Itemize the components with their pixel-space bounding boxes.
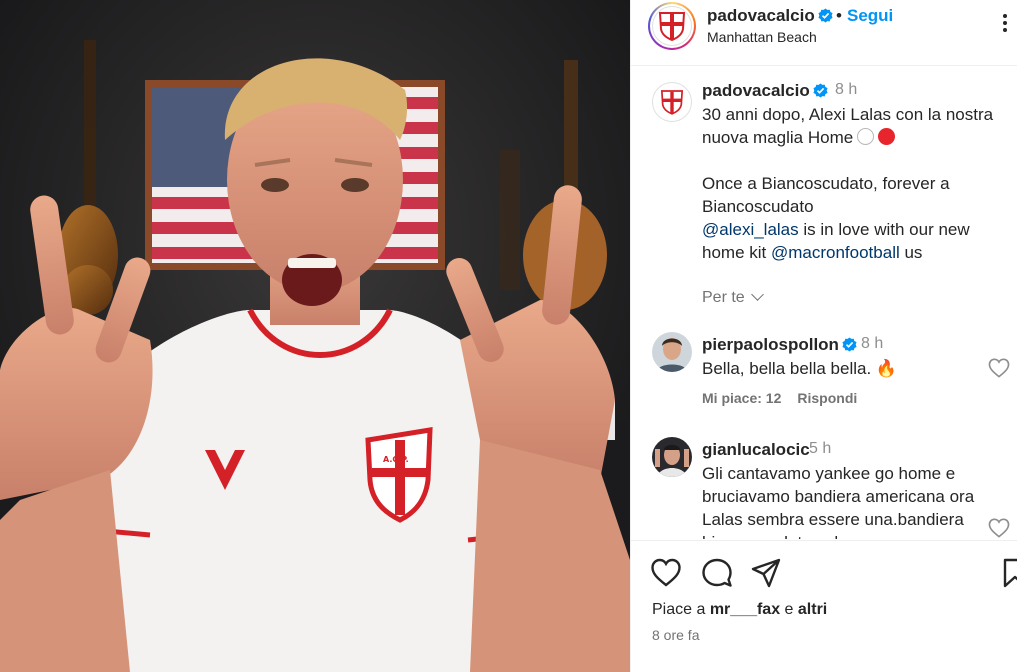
club-avatar bbox=[652, 6, 692, 46]
caption-line: 30 anni dopo, Alexi Lalas con la nostra bbox=[702, 105, 994, 124]
caption-line: home kit @macronfootball us bbox=[702, 241, 922, 264]
header-separator-dot: • bbox=[836, 6, 842, 25]
caption-line-text: is in love with our new bbox=[798, 220, 970, 239]
comment-icon[interactable] bbox=[701, 557, 733, 589]
avatar-photo bbox=[652, 437, 692, 477]
caption-username-text[interactable]: padovacalcio bbox=[702, 81, 810, 100]
caption-line-text: us bbox=[899, 243, 923, 262]
heart-icon[interactable] bbox=[650, 557, 682, 589]
comment-meta: Mi piace: 12 Rispondi bbox=[702, 390, 873, 406]
avatar-photo bbox=[652, 332, 692, 372]
post-actions-bar: Piace a mr___fax e altri 8 ore fa bbox=[631, 540, 1017, 672]
likes-mid: e bbox=[780, 601, 798, 618]
caption-avatar[interactable] bbox=[652, 82, 692, 122]
bookmark-icon[interactable] bbox=[999, 557, 1017, 589]
likes-prefix: Piace a bbox=[652, 601, 710, 618]
comment-username[interactable]: pierpaolospollon bbox=[702, 335, 857, 355]
white-circle-emoji bbox=[857, 128, 875, 145]
post-side-panel: padovacalcio • Segui Manhattan Beach pad… bbox=[630, 0, 1017, 672]
comment-text: bruciavamo bandiera americana ora bbox=[702, 487, 975, 506]
see-translation-button[interactable]: Per te bbox=[702, 288, 764, 307]
post-time-ago[interactable]: 8 ore fa bbox=[652, 627, 699, 643]
comment-text: Gli cantavamo yankee go home e bbox=[702, 464, 956, 483]
others-likers-link[interactable]: altri bbox=[798, 601, 827, 618]
story-ring[interactable] bbox=[648, 2, 696, 50]
liker-username[interactable]: mr___fax bbox=[710, 601, 780, 618]
crest-text: A.C.P. bbox=[383, 455, 409, 464]
post-header: padovacalcio • Segui Manhattan Beach bbox=[631, 0, 1017, 66]
translate-label[interactable]: Per te bbox=[702, 289, 745, 306]
follow-button[interactable]: Segui bbox=[847, 6, 893, 26]
photo-illustration: A.C.P. bbox=[0, 0, 630, 672]
likes-summary: Piace a mr___fax e altri bbox=[652, 601, 827, 619]
comment-like-heart-icon[interactable] bbox=[988, 358, 1010, 378]
club-crest-icon bbox=[661, 90, 683, 115]
caption-line: @alexi_lalas is in love with our new bbox=[702, 218, 970, 241]
comment-likes-count[interactable]: Mi piace: 12 bbox=[702, 390, 781, 406]
comment-time[interactable]: 5 h bbox=[809, 440, 831, 458]
mention-link[interactable]: @macronfootball bbox=[771, 243, 900, 262]
reply-button[interactable]: Rispondi bbox=[797, 390, 857, 406]
comment-time[interactable]: 8 h bbox=[861, 335, 883, 353]
commenter-avatar[interactable] bbox=[652, 332, 692, 372]
verified-badge-icon bbox=[813, 83, 828, 98]
caption-line: Biancoscudato bbox=[702, 197, 814, 216]
post-photo[interactable]: A.C.P. bbox=[0, 0, 630, 672]
club-crest-icon bbox=[659, 12, 685, 41]
caption-line: nuova maglia Home bbox=[702, 126, 896, 149]
comment-text: Bella, bella bella bella. 🔥 bbox=[702, 359, 898, 378]
verified-badge-icon bbox=[842, 337, 857, 352]
verified-badge-icon bbox=[818, 8, 833, 23]
share-icon[interactable] bbox=[750, 557, 782, 589]
caption-username[interactable]: padovacalcio bbox=[702, 81, 828, 101]
comment-username[interactable]: gianlucalocic bbox=[702, 440, 810, 460]
red-circle-emoji bbox=[878, 128, 896, 145]
caption-line: Once a Biancoscudato, forever a bbox=[702, 174, 950, 193]
chevron-down-icon bbox=[750, 288, 764, 301]
caption-line-text: home kit bbox=[702, 243, 771, 262]
more-options-icon[interactable] bbox=[995, 12, 1015, 34]
mention-link[interactable]: @alexi_lalas bbox=[702, 220, 799, 239]
caption-line-text: nuova maglia Home bbox=[702, 128, 854, 147]
author-username-text[interactable]: padovacalcio bbox=[707, 6, 815, 25]
comment-username-text[interactable]: pierpaolospollon bbox=[702, 335, 839, 354]
comment-like-heart-icon[interactable] bbox=[988, 518, 1010, 538]
comment-text: Lalas sembra essere una.bandiera bbox=[702, 510, 964, 529]
comments-scroll-area[interactable]: padovacalcio 8 h 30 anni dopo, Alexi Lal… bbox=[631, 67, 1017, 539]
post-author-username[interactable]: padovacalcio bbox=[707, 6, 833, 26]
comment-text: biancoscudata solo per aver bbox=[702, 531, 915, 539]
caption-time[interactable]: 8 h bbox=[835, 81, 857, 99]
post-location[interactable]: Manhattan Beach bbox=[707, 29, 817, 45]
commenter-avatar[interactable] bbox=[652, 437, 692, 477]
